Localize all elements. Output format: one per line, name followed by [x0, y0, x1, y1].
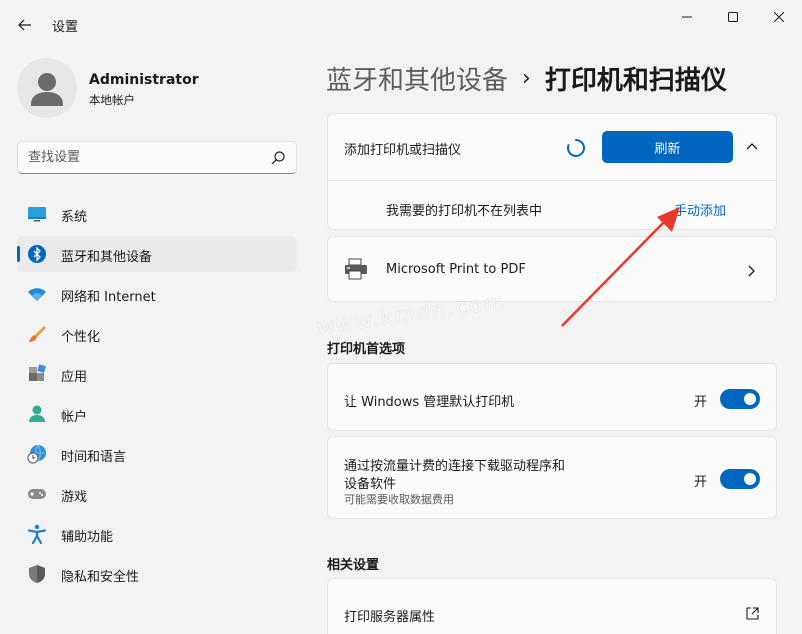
annotation-arrow [561, 207, 680, 327]
